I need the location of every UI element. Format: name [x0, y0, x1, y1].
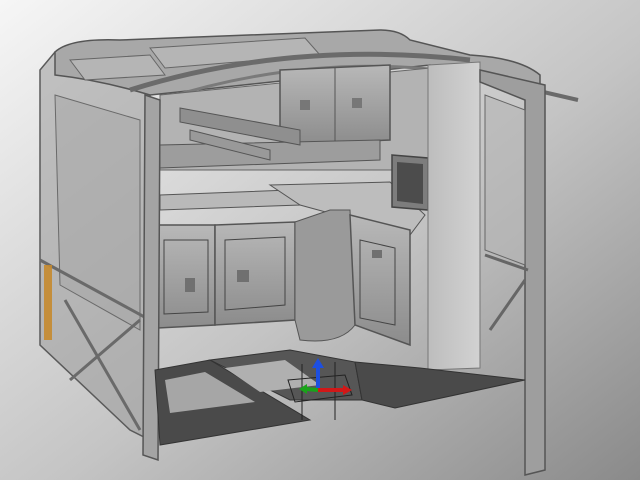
monitor-screen [397, 162, 423, 204]
roof-hatch [69, 54, 166, 81]
cabinet-latch [300, 100, 310, 110]
cabinet-handle [372, 250, 382, 258]
cad-3d-viewport[interactable] [0, 0, 640, 480]
right-lower-cabinet [349, 214, 411, 347]
cabinet-handle [185, 278, 195, 292]
right-wall-window [484, 94, 526, 266]
cabinet-handle [237, 270, 249, 282]
corner-cabinet [294, 209, 356, 342]
cabinet-latch [352, 98, 362, 108]
tall-locker [427, 61, 481, 371]
vehicle-body-model[interactable] [0, 0, 640, 480]
left-wall-strap [44, 265, 52, 340]
